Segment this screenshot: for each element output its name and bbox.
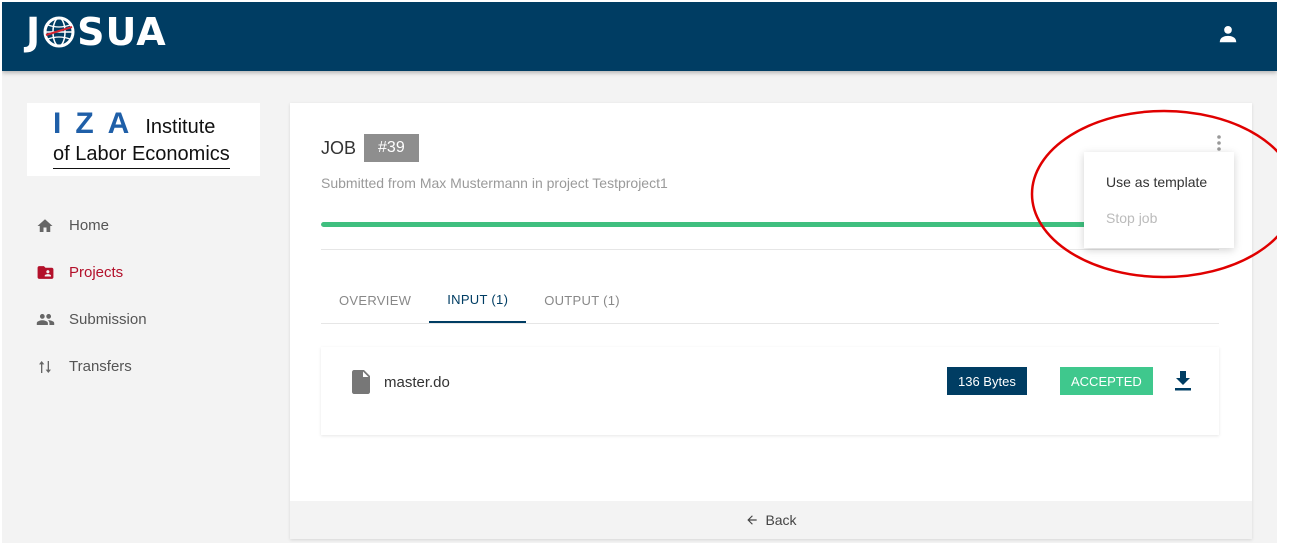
- app-frame: J SUA IZA Institute of Labor Economics H…: [2, 2, 1277, 543]
- app-bar: J SUA: [2, 2, 1277, 71]
- menu-item-stop-job: Stop job: [1106, 210, 1158, 226]
- home-icon: [35, 216, 55, 236]
- iza-logo: IZA Institute of Labor Economics: [27, 103, 260, 176]
- more-options-button[interactable]: [1209, 133, 1229, 153]
- file-status-badge: ACCEPTED: [1060, 367, 1153, 395]
- sidebar-item-label: Submission: [69, 311, 147, 328]
- job-card: JOB #39 Submitted from Max Mustermann in…: [290, 103, 1252, 539]
- logo-letters-sua: SUA: [77, 10, 167, 54]
- sidebar-item-label: Projects: [69, 264, 124, 281]
- sidebar-item-transfers[interactable]: Transfers: [26, 343, 266, 390]
- back-button[interactable]: Back: [290, 501, 1252, 539]
- logo-letter-j: J: [26, 10, 42, 54]
- download-icon: [1175, 371, 1191, 391]
- sidebar-item-label: Transfers: [69, 358, 132, 375]
- job-title: JOB #39: [321, 134, 419, 162]
- globe-icon: [43, 16, 75, 48]
- job-options-menu: Use as template Stop job: [1084, 152, 1234, 248]
- account-button[interactable]: [1214, 20, 1242, 48]
- josua-logo[interactable]: J SUA: [26, 10, 167, 54]
- iza-logo-top: IZA Institute: [53, 107, 215, 141]
- transfer-arrows-icon: [35, 357, 55, 377]
- tab-input[interactable]: INPUT (1): [429, 278, 527, 323]
- job-id-badge: #39: [364, 134, 419, 162]
- sidebar-item-home[interactable]: Home: [26, 202, 266, 249]
- job-tabs: OVERVIEW INPUT (1) OUTPUT (1): [321, 278, 1219, 324]
- arrow-left-icon: [747, 515, 758, 525]
- sidebar-item-projects[interactable]: Projects: [26, 249, 266, 296]
- back-label: Back: [765, 512, 797, 528]
- more-vert-icon: [1217, 135, 1221, 151]
- job-label: JOB: [321, 137, 357, 158]
- sidebar-item-submission[interactable]: Submission: [26, 296, 266, 343]
- file-list-item: master.do 136 Bytes ACCEPTED: [321, 347, 1219, 435]
- sidebar-nav: Home Projects Submission Transfers: [26, 202, 266, 390]
- sidebar-item-label: Home: [69, 217, 110, 234]
- divider: [321, 249, 1219, 250]
- iza-letters: IZA: [53, 107, 144, 140]
- menu-item-use-as-template[interactable]: Use as template: [1084, 164, 1234, 200]
- download-button[interactable]: [1171, 369, 1195, 393]
- people-icon: [35, 310, 55, 330]
- file-icon: [352, 370, 372, 394]
- folder-shared-icon: [35, 263, 55, 283]
- file-size-badge: 136 Bytes: [947, 367, 1027, 395]
- tab-overview[interactable]: OVERVIEW: [321, 278, 429, 322]
- file-name: master.do: [384, 374, 450, 391]
- tab-output[interactable]: OUTPUT (1): [526, 278, 638, 322]
- iza-subtitle: of Labor Economics: [53, 143, 230, 169]
- job-subtitle: Submitted from Max Mustermann in project…: [321, 175, 668, 191]
- account-icon: [1219, 26, 1237, 43]
- iza-word: Institute: [145, 116, 216, 138]
